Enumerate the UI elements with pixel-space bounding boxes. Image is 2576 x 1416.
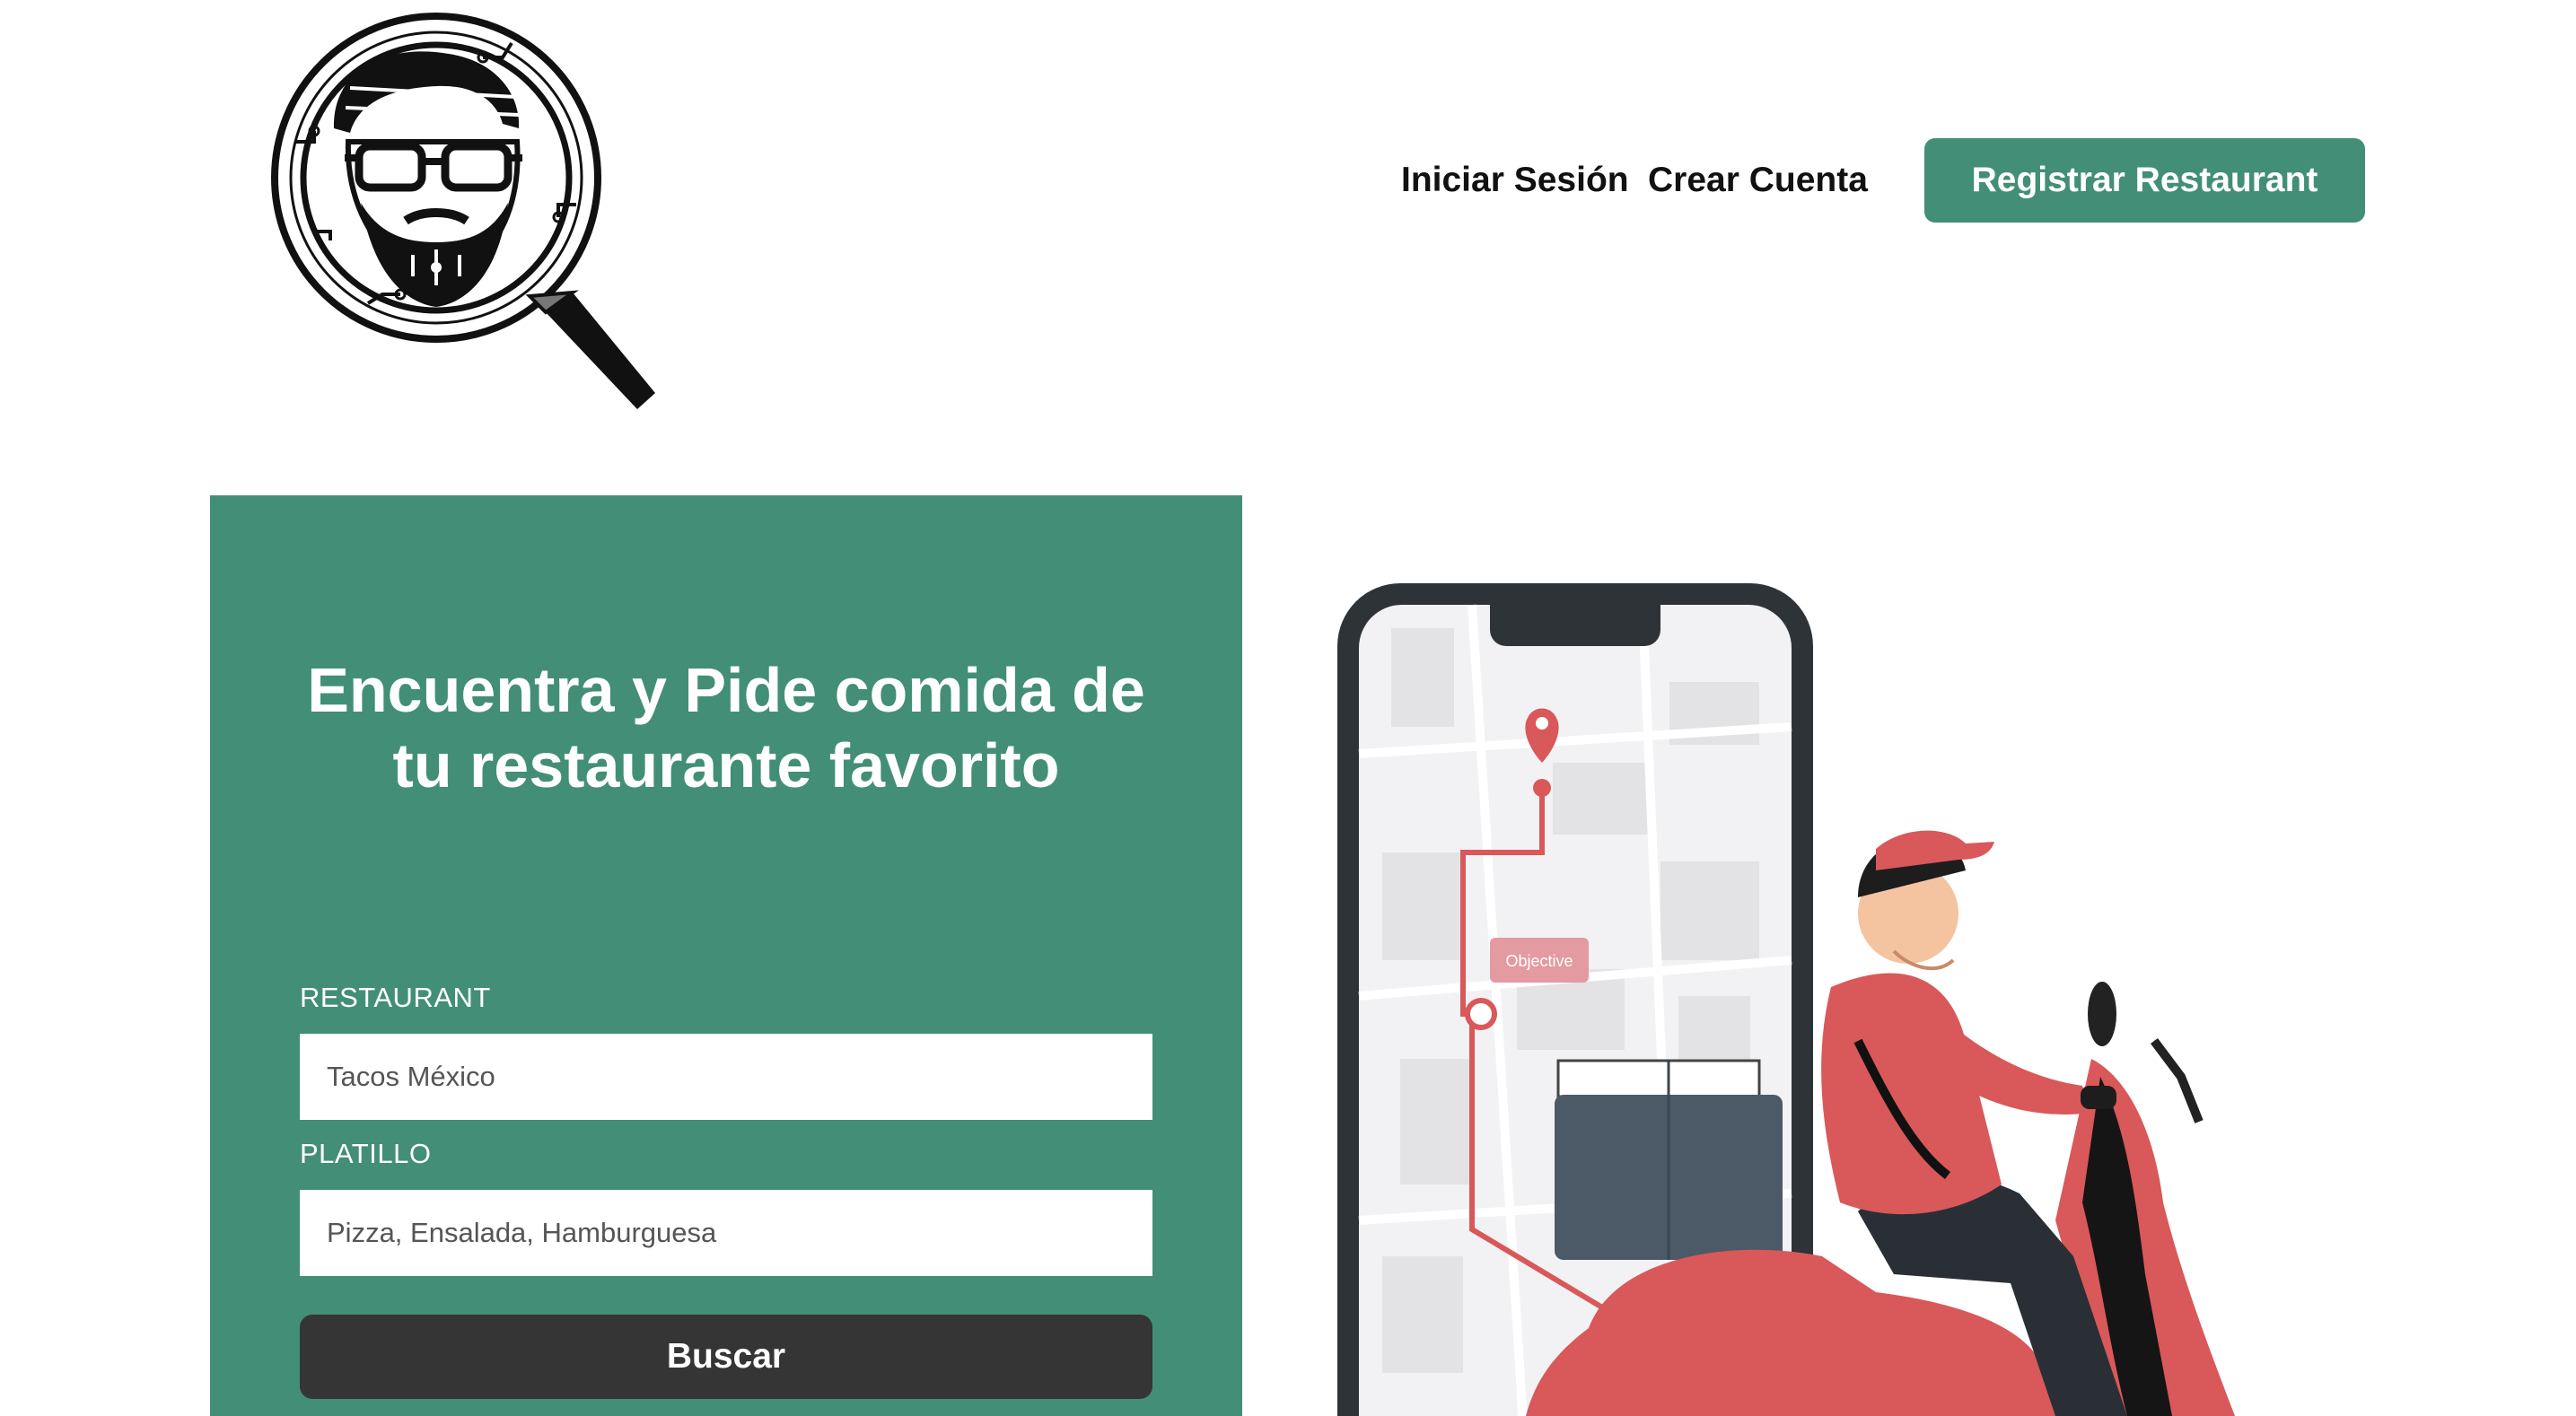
logo-magnifier-icon[interactable]: [260, 7, 682, 411]
map-tag-label: Objective: [1505, 952, 1573, 970]
restaurant-label: RESTAURANT: [300, 982, 491, 1013]
register-restaurant-button[interactable]: Registrar Restaurant: [1924, 138, 2365, 223]
nav-signup-link[interactable]: Crear Cuenta: [1648, 138, 1868, 223]
hero-title-line1: Encuentra y Pide comida de: [307, 655, 1145, 725]
nav-login-link[interactable]: Iniciar Sesión: [1401, 138, 1629, 223]
hero-title: Encuentra y Pide comida de tu restaurant…: [210, 652, 1242, 803]
hero-search-panel: Encuentra y Pide comida de tu restaurant…: [210, 495, 1242, 1416]
hero-title-line2: tu restaurante favorito: [392, 730, 1060, 800]
dish-label: PLATILLO: [300, 1138, 432, 1169]
search-button[interactable]: Buscar: [300, 1315, 1152, 1399]
restaurant-input[interactable]: [300, 1034, 1152, 1120]
delivery-illustration: Objective: [1337, 583, 2235, 1416]
dish-input[interactable]: [300, 1190, 1152, 1276]
